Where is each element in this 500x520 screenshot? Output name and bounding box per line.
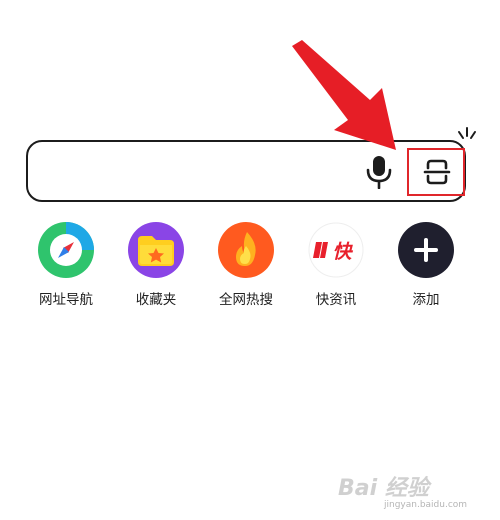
kuai-news-icon: 快 bbox=[308, 222, 364, 278]
shortcut-label: 网址导航 bbox=[39, 292, 93, 308]
shortcut-label: 快资讯 bbox=[315, 292, 357, 308]
shortcut-add[interactable]: 添加 bbox=[386, 222, 466, 308]
kuai-glyph: 快 bbox=[332, 241, 353, 263]
folder-star-icon bbox=[128, 222, 184, 278]
highlight-box bbox=[407, 148, 465, 196]
sparkle-icon bbox=[458, 127, 476, 139]
shortcut-hot-search[interactable]: 全网热搜 bbox=[206, 222, 286, 308]
shortcut-quick-news[interactable]: 快 快资讯 bbox=[296, 222, 376, 308]
plus-icon bbox=[398, 222, 454, 278]
search-bar[interactable] bbox=[26, 140, 466, 202]
shortcut-label: 全网热搜 bbox=[219, 292, 273, 308]
watermark: Bai 经验 jingyan.baidu.com bbox=[338, 466, 488, 516]
watermark-text: Bai 经验 bbox=[338, 476, 429, 501]
shortcut-label: 收藏夹 bbox=[135, 292, 177, 308]
watermark-sub: jingyan.baidu.com bbox=[384, 500, 468, 510]
shortcut-label: 添加 bbox=[412, 292, 440, 308]
flame-icon bbox=[218, 222, 274, 278]
shortcut-web-nav[interactable]: 网址导航 bbox=[26, 222, 106, 308]
shortcut-favorites[interactable]: 收藏夹 bbox=[116, 222, 196, 308]
microphone-icon[interactable] bbox=[364, 155, 394, 189]
compass-icon bbox=[38, 222, 94, 278]
